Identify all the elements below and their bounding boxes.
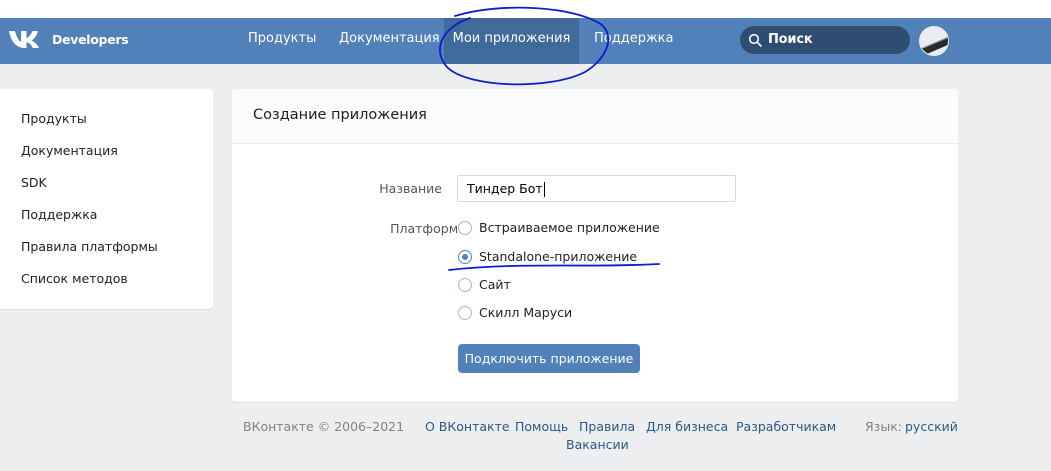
radio-checked-icon[interactable] [458,250,472,264]
page-title: Создание приложения [253,107,427,123]
sidebar-item-platform-rules[interactable]: Правила платформы [21,239,158,254]
card-header: Создание приложения [232,89,958,144]
app-name-input[interactable]: Тиндер Бот [457,175,736,202]
radio-icon[interactable] [458,278,472,292]
sidebar-item-documentation[interactable]: Документация [21,143,118,158]
brand-name[interactable]: Developers [52,32,129,47]
nav-my-apps[interactable]: Мои приложения [444,18,579,64]
top-header: Developers Продукты Документация Мои при… [0,18,1051,64]
vk-logo-icon[interactable] [8,28,42,50]
create-app-card: Создание приложения Название Тиндер Бот … [232,89,958,402]
search-input[interactable]: Поиск [740,26,910,54]
sidebar-item-products[interactable]: Продукты [21,111,87,126]
sidebar-item-sdk[interactable]: SDK [21,175,47,190]
platform-option-label: Standalone-приложение [479,249,638,264]
footer-link-about[interactable]: О ВКонтакте [425,419,510,434]
footer-copyright: ВКонтакте © 2006–2021 [243,419,405,434]
text-caret [543,182,545,197]
footer-link-vacancies[interactable]: Вакансии [566,437,629,452]
radio-icon[interactable] [458,306,472,320]
footer-link-developers[interactable]: Разработчикам [736,419,836,434]
name-label: Название [379,181,442,196]
connect-app-button[interactable]: Подключить приложение [458,344,640,373]
footer-link-help[interactable]: Помощь [515,419,568,434]
language-selector[interactable]: русский [905,419,958,434]
platform-option-label: Встраиваемое приложение [479,220,660,235]
nav-products[interactable]: Продукты [248,18,316,64]
language-label: Язык: [865,419,902,434]
search-placeholder: Поиск [768,32,813,47]
radio-icon[interactable] [458,221,472,235]
footer-link-business[interactable]: Для бизнеса [646,419,728,434]
avatar-icon[interactable] [919,26,949,56]
platform-option-label: Скилл Маруси [479,305,573,320]
sidebar-item-support[interactable]: Поддержка [21,207,97,222]
nav-documentation[interactable]: Документация [339,18,440,64]
nav-support[interactable]: Поддержка [594,18,674,64]
platform-label: Платформа: [390,221,470,236]
top-strip [0,0,1051,18]
sidebar: Продукты Документация SDK Поддержка Прав… [0,89,213,309]
footer-link-rules[interactable]: Правила [579,419,635,434]
sidebar-item-methods-list[interactable]: Список методов [21,271,128,286]
platform-option-label: Сайт [479,277,511,292]
search-icon [748,33,762,47]
app-name-value: Тиндер Бот [467,181,543,196]
